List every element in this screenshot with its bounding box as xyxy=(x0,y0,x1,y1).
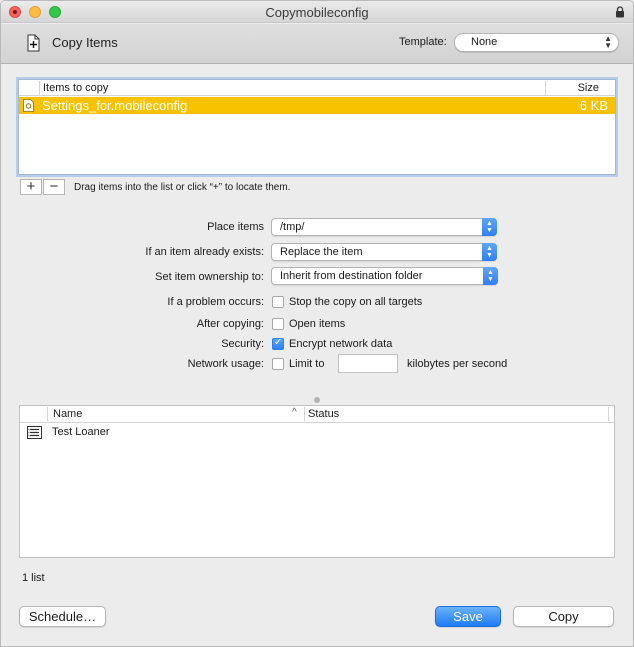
size-column-header[interactable]: Size xyxy=(578,82,599,94)
name-column-header[interactable]: Name xyxy=(53,408,82,420)
template-popup[interactable]: None ▲ ▼ xyxy=(454,33,619,52)
popup-arrows-icon: ▲ ▼ xyxy=(482,243,497,261)
popup-arrows-icon: ▲ ▼ xyxy=(483,267,498,285)
split-view-handle[interactable] xyxy=(314,397,320,403)
lock-icon xyxy=(616,6,624,18)
place-items-popup[interactable]: /tmp/ ▲ ▼ xyxy=(271,218,497,236)
column-divider xyxy=(47,407,48,421)
network-usage-label: Network usage: xyxy=(187,358,264,370)
drag-hint: Drag items into the list or click “+” to… xyxy=(74,182,291,193)
column-divider xyxy=(545,81,546,95)
encrypt-network-checkbox[interactable] xyxy=(272,337,284,350)
bandwidth-limit-field[interactable] xyxy=(338,354,398,373)
popup-arrows-icon: ▲ ▼ xyxy=(604,34,612,50)
if-exists-popup[interactable]: Replace the item ▲ ▼ xyxy=(271,243,497,261)
limit-bandwidth-checkbox[interactable] xyxy=(272,358,284,370)
limit-to-option: Limit to xyxy=(289,358,325,370)
lists-table-header: Name ^ Status xyxy=(20,406,614,423)
sort-ascending-icon: ^ xyxy=(292,407,297,418)
ownership-label: Set item ownership to: xyxy=(155,271,264,283)
column-divider xyxy=(39,81,40,95)
item-size: 6 KB xyxy=(579,98,608,113)
ownership-popup[interactable]: Inherit from destination folder ▲ ▼ xyxy=(271,267,498,285)
title-bar: Copymobileconfig xyxy=(1,1,633,23)
table-row[interactable]: Settings_for.mobileconfig 6 KB xyxy=(19,97,615,114)
computer-lists-table[interactable]: Name ^ Status Test Loaner xyxy=(19,405,615,558)
open-items-option: Open items xyxy=(289,318,346,330)
after-copying-label: After copying: xyxy=(196,318,264,330)
computer-list-icon xyxy=(27,426,42,439)
ownership-value: Inherit from destination folder xyxy=(280,270,423,282)
security-label: Security: xyxy=(221,338,264,350)
remove-item-button[interactable]: − xyxy=(43,179,65,195)
problem-label: If a problem occurs: xyxy=(167,296,264,308)
place-items-value: /tmp/ xyxy=(280,221,305,233)
list-name: Test Loaner xyxy=(52,426,110,438)
page-title: Copy Items xyxy=(52,35,118,50)
stop-copy-option: Stop the copy on all targets xyxy=(289,296,423,308)
add-item-button[interactable]: + xyxy=(20,179,42,195)
copy-items-icon xyxy=(27,34,40,52)
status-column-header[interactable]: Status xyxy=(308,408,339,420)
encrypt-network-option: Encrypt network data xyxy=(289,338,393,350)
items-column-header[interactable]: Items to copy xyxy=(43,82,108,94)
template-value: None xyxy=(471,36,498,48)
column-divider xyxy=(304,407,305,421)
popup-arrows-icon: ▲ ▼ xyxy=(482,218,497,236)
window-title: Copymobileconfig xyxy=(265,5,369,20)
copy-items-window: Copymobileconfig Copy Items Template: No… xyxy=(0,0,634,647)
open-items-checkbox[interactable] xyxy=(272,318,284,330)
items-table-header: Items to copy Size xyxy=(19,80,615,96)
item-name: Settings_for.mobileconfig xyxy=(42,98,188,113)
column-divider xyxy=(608,407,609,421)
place-items-label: Place items xyxy=(207,221,264,233)
list-count: 1 list xyxy=(22,572,45,584)
stop-copy-checkbox[interactable] xyxy=(272,296,284,308)
toolbar: Copy Items Template: None ▲ ▼ xyxy=(1,24,633,64)
save-button[interactable]: Save xyxy=(435,606,501,627)
bandwidth-units: kilobytes per second xyxy=(407,358,508,370)
template-label: Template: xyxy=(399,36,447,48)
config-file-icon xyxy=(23,99,34,112)
if-exists-value: Replace the item xyxy=(280,246,363,258)
schedule-button[interactable]: Schedule… xyxy=(19,606,106,627)
copy-button[interactable]: Copy xyxy=(513,606,614,627)
if-exists-label: If an item already exists: xyxy=(145,246,264,258)
items-to-copy-table[interactable]: Items to copy Size Settings_for.mobileco… xyxy=(18,79,616,175)
